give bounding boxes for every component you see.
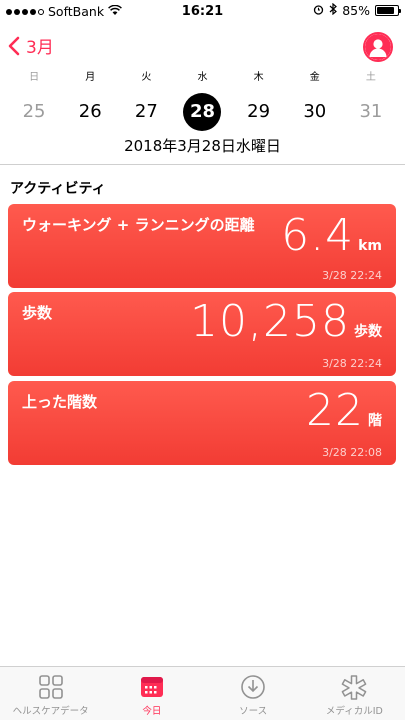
card-title: 上った階数	[22, 393, 98, 411]
weekday-label: 木	[253, 72, 264, 83]
chevron-left-icon	[8, 36, 20, 55]
day-27[interactable]: 27	[122, 93, 170, 131]
card-value: 6.4 km	[281, 210, 382, 261]
weekday-label: 水	[197, 72, 208, 83]
battery-label: 85%	[342, 3, 370, 18]
value-number: 6.4	[281, 210, 355, 261]
weekday-label: 金	[309, 72, 320, 83]
tab-bar: ヘルスケアデータ 今日 ソース メディカルID	[0, 666, 405, 720]
alarm-icon	[313, 3, 324, 18]
day-25[interactable]: 25	[10, 93, 58, 131]
day-row: 25 26 27 28 29 30 31	[0, 93, 405, 131]
floors-card[interactable]: 上った階数 22 階 3/28 22:08	[8, 381, 396, 465]
steps-card[interactable]: 歩数 10,258 歩数 3/28 22:24	[8, 292, 396, 376]
back-button[interactable]: 3月	[8, 33, 54, 58]
value-unit: 階	[368, 413, 382, 429]
divider	[0, 164, 405, 165]
battery-icon	[375, 5, 401, 16]
full-date: 2018年3月28日水曜日	[124, 137, 281, 155]
user-icon	[365, 34, 391, 60]
day-26[interactable]: 26	[66, 93, 114, 131]
value-number: 22	[306, 385, 364, 436]
section-heading: アクティビティ	[10, 181, 106, 197]
value-unit: km	[358, 238, 382, 254]
card-timestamp: 3/28 22:08	[322, 446, 382, 459]
bluetooth-icon	[329, 2, 338, 18]
download-icon	[240, 673, 266, 701]
card-value: 22 階	[306, 385, 382, 436]
tab-label: メディカルID	[325, 706, 383, 717]
grid-icon	[38, 673, 64, 701]
day-29[interactable]: 29	[235, 93, 283, 131]
asterisk-icon	[341, 673, 367, 701]
day-31[interactable]: 31	[347, 93, 395, 131]
value-unit: 歩数	[354, 324, 382, 340]
card-timestamp: 3/28 22:24	[322, 357, 382, 370]
navigation-bar: 3月	[0, 22, 405, 68]
card-title: 歩数	[22, 304, 53, 322]
status-bar: SoftBank 16:21 85%	[0, 0, 405, 22]
tab-health-data[interactable]: ヘルスケアデータ	[0, 667, 101, 720]
day-28-selected[interactable]: 28	[178, 93, 226, 131]
card-timestamp: 3/28 22:24	[322, 269, 382, 282]
week-selector: 日 月 火 水 木 金 土 25 26 27 28 29 30 31 2018年…	[0, 68, 405, 156]
tab-label: 今日	[142, 706, 162, 717]
profile-button[interactable]	[363, 32, 393, 62]
weekday-label: 火	[141, 72, 152, 83]
weekday-header: 日 月 火 水 木 金 土	[0, 68, 405, 83]
selected-day-number: 28	[189, 101, 216, 122]
calendar-icon	[140, 673, 164, 701]
tab-today[interactable]: 今日	[101, 667, 202, 720]
status-right: 85%	[313, 2, 401, 18]
weekday-label: 土	[365, 72, 376, 83]
tab-label: ヘルスケアデータ	[12, 706, 89, 717]
distance-card[interactable]: ウォーキング + ランニングの距離 6.4 km 3/28 22:24	[8, 204, 396, 288]
value-number: 10,258	[190, 296, 350, 347]
weekday-label: 日	[29, 72, 40, 83]
card-value: 10,258 歩数	[190, 296, 382, 347]
back-label: 3月	[26, 38, 54, 58]
tab-label: ソース	[239, 706, 268, 717]
card-title: ウォーキング + ランニングの距離	[22, 216, 255, 234]
tab-sources[interactable]: ソース	[203, 667, 304, 720]
weekday-label: 月	[85, 72, 96, 83]
tab-medical-id[interactable]: メディカルID	[304, 667, 405, 720]
day-30[interactable]: 30	[291, 93, 339, 131]
